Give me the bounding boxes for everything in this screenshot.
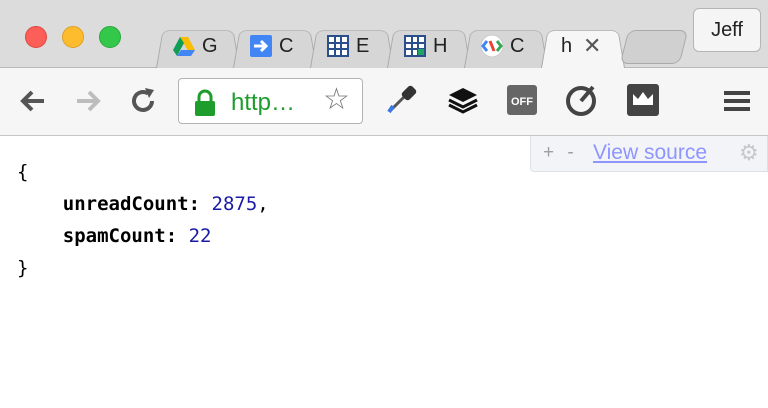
- back-button[interactable]: [16, 84, 50, 118]
- json-value: 2875: [211, 193, 258, 215]
- tab-title: C: [279, 35, 294, 57]
- arrow-right-icon: [250, 35, 272, 57]
- window-close-button[interactable]: [25, 26, 47, 48]
- json-entry: spamCount: 22: [17, 220, 269, 252]
- tab-strip: G C E H C h ✕ Jeff: [0, 0, 768, 68]
- json-value: 22: [188, 225, 212, 247]
- window-maximize-button[interactable]: [99, 26, 121, 48]
- tab-arrow[interactable]: C: [233, 22, 317, 68]
- gear-icon[interactable]: ⚙: [739, 140, 759, 166]
- json-comma: ,: [257, 193, 269, 215]
- crown-extension-button[interactable]: [626, 83, 660, 117]
- hamburger-menu-icon: [724, 91, 750, 111]
- toolbar: http… ☆ OFF: [0, 68, 768, 136]
- google-drive-icon: [173, 37, 195, 56]
- tab-title: H: [433, 35, 448, 57]
- menu-button[interactable]: [720, 84, 754, 118]
- json-document: { unreadCount: 2875, spamCount: 22 }: [17, 156, 269, 284]
- off-icon: OFF: [507, 85, 537, 115]
- url-text: http…: [231, 89, 296, 116]
- view-source-link[interactable]: View source: [593, 141, 707, 165]
- window-minimize-button[interactable]: [62, 26, 84, 48]
- tab-title: C: [510, 35, 525, 57]
- spreadsheet-icon: [327, 35, 349, 57]
- tab-active[interactable]: h ✕: [541, 22, 625, 68]
- gauge-extension-button[interactable]: [565, 83, 599, 117]
- eyedropper-extension-button[interactable]: [385, 80, 419, 114]
- gauge-icon: [566, 85, 596, 116]
- json-key: spamCount:: [62, 225, 178, 247]
- json-close-brace: }: [17, 257, 29, 279]
- json-viewer-toolbar: + - View source ⚙: [530, 136, 768, 172]
- forward-button[interactable]: [71, 84, 105, 118]
- close-tab-icon[interactable]: ✕: [583, 33, 601, 59]
- back-arrow-icon: [20, 90, 44, 112]
- layers-extension-button[interactable]: [446, 83, 480, 117]
- spreadsheet-icon: [404, 35, 426, 57]
- reload-icon: [132, 88, 154, 112]
- layers-icon: [448, 88, 478, 114]
- off-extension-button[interactable]: OFF: [505, 83, 539, 117]
- json-key: unreadCount:: [62, 193, 201, 215]
- expand-collapse-controls[interactable]: + -: [543, 142, 578, 164]
- lock-icon: [195, 89, 215, 116]
- profile-button[interactable]: Jeff: [693, 8, 761, 52]
- tab-google-drive[interactable]: G: [156, 22, 240, 68]
- json-open-brace: {: [17, 161, 29, 183]
- address-bar[interactable]: http… ☆: [178, 78, 363, 124]
- reload-button[interactable]: [126, 84, 160, 118]
- svg-text:OFF: OFF: [511, 96, 533, 108]
- chrome-apps-icon: [480, 34, 504, 58]
- tab-title: E: [356, 35, 370, 57]
- json-entry: unreadCount: 2875,: [17, 188, 269, 220]
- bookmark-star-icon[interactable]: ☆: [323, 85, 350, 115]
- tab-spreadsheet-2[interactable]: H: [387, 22, 471, 68]
- tab-chrome-apps[interactable]: C: [464, 22, 548, 68]
- page-content: + - View source ⚙ { unreadCount: 2875, s…: [0, 136, 768, 408]
- tab-spreadsheet-1[interactable]: E: [310, 22, 394, 68]
- tab-title: G: [202, 35, 218, 57]
- forward-arrow-icon: [77, 90, 101, 112]
- crown-icon: [627, 84, 659, 116]
- eyedropper-icon: [387, 85, 417, 114]
- new-tab-button[interactable]: [619, 30, 689, 64]
